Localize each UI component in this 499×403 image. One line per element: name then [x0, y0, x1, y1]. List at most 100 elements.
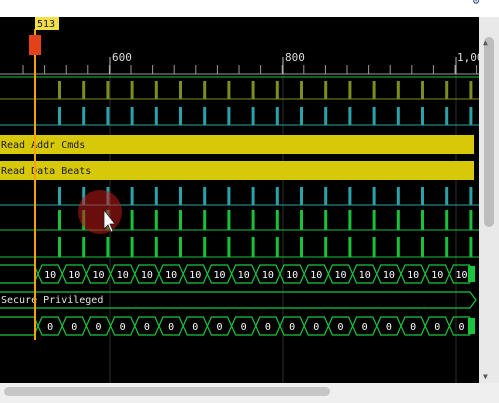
ruler-tick-label: 1,00 [457, 51, 479, 64]
signal-pulse [58, 237, 61, 257]
waveform-canvas[interactable]: 600 800 1,00 Read Addr Cmds Read Data Be… [0, 17, 479, 383]
signal-row-rvalid[interactable] [0, 187, 479, 206]
signal-pulse [348, 107, 352, 125]
signal-pulse [203, 237, 207, 257]
signal-pulse [203, 107, 207, 125]
signal-pulse [203, 81, 207, 99]
signal-pulse [372, 237, 376, 257]
bus-end-marker [468, 318, 475, 334]
bus-value-label: 10 [189, 270, 201, 281]
signal-pulse [58, 107, 61, 125]
bus-value-label: 0 [47, 322, 53, 333]
signal-pulse [251, 81, 255, 99]
signal-pulse [130, 237, 134, 257]
signal-pulse [421, 237, 424, 257]
bus-value-label: 10 [383, 270, 395, 281]
bus-value-label: 0 [458, 322, 464, 333]
signal-pulse [421, 107, 424, 125]
bus-value-label: 10 [431, 270, 443, 281]
signal-row-ready[interactable] [0, 107, 479, 126]
waveform-viewer[interactable]: 600 800 1,00 Read Addr Cmds Read Data Be… [0, 17, 479, 383]
transaction-label: Read Addr Cmds [1, 140, 85, 151]
signal-pulse [275, 81, 279, 99]
bus-row-len[interactable]: 10 10 10 10 10 10 10 10 10 10 10 10 10 10 10 10 10 10 [0, 264, 475, 284]
signal-pulse [445, 210, 449, 230]
bus-value-label: 0 [241, 322, 247, 333]
signal-row-rready[interactable] [0, 210, 479, 231]
signal-pulse [300, 237, 303, 257]
gear-icon[interactable]: ⚙ [470, 0, 482, 7]
signal-pulse [203, 210, 207, 230]
signal-pulse [396, 81, 400, 99]
signal-pulse [275, 187, 279, 205]
signal-pulse [227, 237, 231, 257]
bus-value-label: 10 [310, 270, 322, 281]
bus-value-label: 0 [362, 322, 368, 333]
signal-pulse [106, 107, 110, 125]
horizontal-scrollbar[interactable] [0, 383, 499, 403]
ruler-tick-label: 600 [112, 51, 132, 64]
time-ruler: 600 800 1,00 [0, 51, 479, 75]
cursor-handle[interactable] [29, 35, 41, 55]
signal-pulse [324, 237, 328, 257]
signal-pulse [396, 107, 400, 125]
bus-value-label: 0 [289, 322, 295, 333]
signal-pulse [179, 210, 182, 230]
signal-pulse [300, 210, 303, 230]
vertical-scroll-thumb[interactable] [484, 37, 494, 227]
signal-pulse [445, 237, 449, 257]
signal-pulse [348, 81, 352, 99]
signal-pulse [179, 107, 182, 125]
toolbar: ⚙ [0, 0, 499, 17]
signal-pulse [324, 187, 328, 205]
signal-pulse [58, 210, 61, 230]
signal-pulse [227, 210, 231, 230]
bus-end-marker [468, 266, 475, 282]
bus-value-label: 0 [71, 322, 77, 333]
signal-pulse [179, 237, 182, 257]
signal-pulse [372, 187, 376, 205]
triangle-up-icon[interactable]: ▲ [483, 38, 488, 47]
triangle-down-icon[interactable]: ▼ [483, 372, 488, 381]
signal-pulse [154, 187, 158, 205]
read-addr-cmds-row[interactable]: Read Addr Cmds [0, 135, 474, 154]
horizontal-scroll-thumb[interactable] [4, 387, 330, 396]
signal-pulse [469, 187, 473, 205]
signal-pulse [58, 187, 61, 205]
signal-pulse [372, 81, 376, 99]
signal-pulse [300, 187, 303, 205]
bus-value-label: 0 [216, 322, 222, 333]
signal-pulse [275, 237, 279, 257]
signal-pulse [179, 187, 182, 205]
bus-value-label: 10 [213, 270, 225, 281]
signal-pulse [421, 210, 424, 230]
bus-value-label: 0 [144, 322, 150, 333]
signal-pulse [348, 187, 352, 205]
prot-row[interactable]: Secure Privileged [0, 291, 477, 309]
signal-pulse [396, 210, 400, 230]
signal-pulse [300, 107, 303, 125]
signal-pulse [372, 107, 376, 125]
signal-pulse [227, 187, 231, 205]
read-data-beats-row[interactable]: Read Data Beats [0, 161, 474, 180]
signal-pulse [154, 210, 158, 230]
signal-row-rlast[interactable] [0, 237, 479, 258]
bus-row-id[interactable]: 0 0 0 0 0 0 0 0 0 0 0 0 0 0 0 0 0 0 [0, 316, 475, 336]
bus-value-label: 0 [410, 322, 416, 333]
prot-value-label: Secure Privileged [1, 295, 103, 306]
mouse-cursor-highlight [78, 190, 122, 234]
bus-value-label: 0 [168, 322, 174, 333]
bus-value-label: 0 [265, 322, 271, 333]
vertical-scrollbar[interactable] [479, 17, 499, 383]
signal-row-valid[interactable] [0, 81, 479, 100]
bus-value-label: 0 [386, 322, 392, 333]
bus-value-label: 10 [238, 270, 250, 281]
signal-pulse [154, 81, 158, 99]
signal-pulse [82, 81, 86, 99]
signal-pulse [251, 237, 255, 257]
signal-pulse [421, 81, 424, 99]
bus-value-label: 10 [286, 270, 298, 281]
signal-pulse [251, 210, 255, 230]
transaction-label: Read Data Beats [1, 166, 91, 177]
signal-pulse [106, 237, 110, 257]
